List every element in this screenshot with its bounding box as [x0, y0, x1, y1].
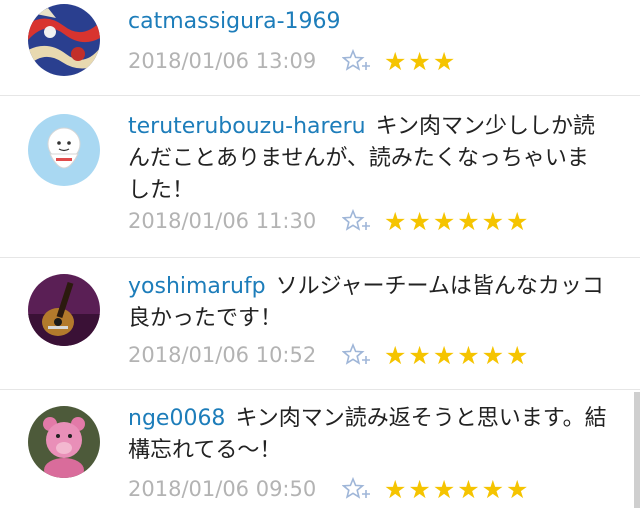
star-rating: ★★★	[384, 46, 458, 76]
timestamp: 2018/01/06 13:09	[128, 49, 317, 73]
timestamp: 2018/01/06 11:30	[128, 209, 317, 233]
comment-text: nge0068 キン肉マン読み返そうと思います。結構忘れてる〜！	[128, 403, 608, 467]
star-rating: ★★★★★★	[384, 474, 531, 504]
user-avatar[interactable]	[28, 406, 100, 478]
timestamp: 2018/01/06 09:50	[128, 477, 317, 501]
user-avatar[interactable]	[28, 4, 100, 76]
username-link[interactable]: nge0068	[128, 406, 225, 431]
add-star-icon[interactable]	[342, 476, 372, 502]
pink-bear-avatar-image	[28, 406, 100, 478]
comment-item: teruterubouzu-hareru キン肉マン少ししか読んだことありませんが…	[0, 96, 640, 258]
comment-item: nge0068 キン肉マン読み返そうと思います。結構忘れてる〜！ 2018/01/…	[0, 390, 640, 512]
star-rating: ★★★★★★	[384, 340, 531, 370]
teru-teru-bozu-avatar-image	[28, 114, 100, 186]
add-star-icon[interactable]	[342, 208, 372, 234]
user-avatar[interactable]	[28, 274, 100, 346]
add-star-icon[interactable]	[342, 48, 372, 74]
comment-text: teruterubouzu-hareru キン肉マン少ししか読んだことありませんが…	[128, 111, 608, 207]
star-rating: ★★★★★★	[384, 206, 531, 236]
comment-meta: 2018/01/06 11:30 ★★★★★★	[128, 206, 530, 236]
username-link[interactable]: teruterubouzu-hareru	[128, 114, 366, 139]
comment-text: yoshimarufp ソルジャーチームは皆んなカッコ良かったです！	[128, 271, 608, 335]
user-avatar[interactable]	[28, 114, 100, 186]
comment-meta: 2018/01/06 10:52 ★★★★★★	[128, 340, 530, 370]
comment-item: yoshimarufp ソルジャーチームは皆んなカッコ良かったです！ 2018/0…	[0, 258, 640, 390]
timestamp: 2018/01/06 10:52	[128, 343, 317, 367]
comment-meta: 2018/01/06 13:09 ★★★	[128, 46, 457, 76]
pattern-avatar-image	[28, 4, 100, 76]
guitar-avatar-image	[28, 274, 100, 346]
comment-meta: 2018/01/06 09:50 ★★★★★★	[128, 474, 530, 504]
username-link[interactable]: catmassigura-1969	[128, 9, 341, 34]
username-link[interactable]: yoshimarufp	[128, 274, 266, 299]
comment-item: catmassigura-1969 2018/01/06 13:09 ★★★	[0, 0, 640, 96]
scrollbar[interactable]	[634, 392, 640, 508]
add-star-icon[interactable]	[342, 342, 372, 368]
comment-text: catmassigura-1969	[128, 6, 608, 38]
